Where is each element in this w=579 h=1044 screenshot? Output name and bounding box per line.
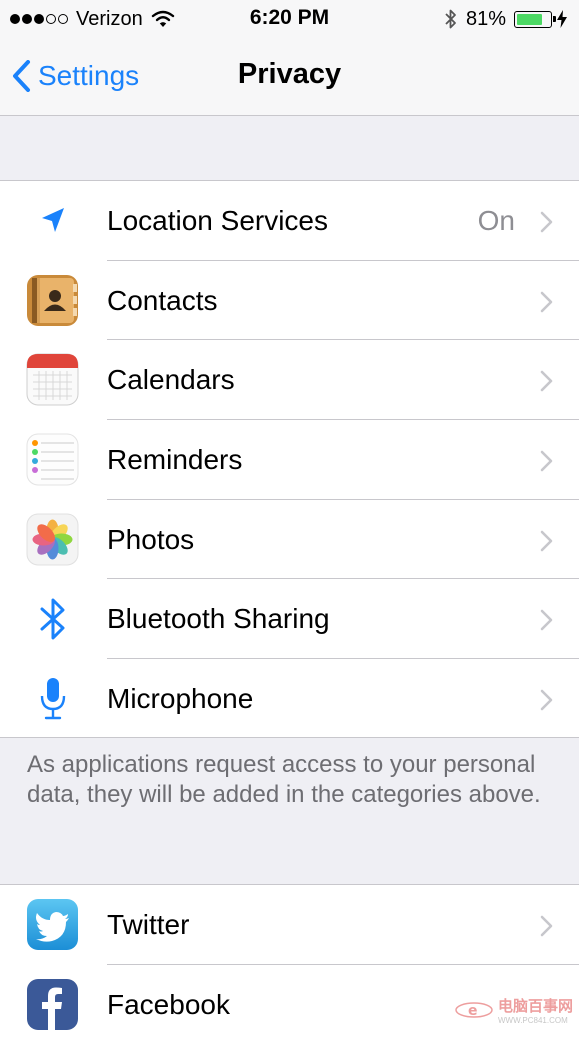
list-item-label: Twitter xyxy=(107,908,190,940)
chevron-right-icon xyxy=(540,530,553,552)
list-item-twitter[interactable]: Twitter xyxy=(0,885,579,965)
reminders-icon xyxy=(26,433,79,486)
section-footer-note: As applications request access to your p… xyxy=(27,751,541,808)
battery-percent: 81% xyxy=(465,7,506,30)
list-item-value: On xyxy=(477,204,515,236)
twitter-icon xyxy=(26,898,79,951)
privacy-list: Location Services On Contacts Calendars … xyxy=(0,180,579,738)
list-item-calendars[interactable]: Calendars xyxy=(0,340,579,421)
list-item-bluetooth-sharing[interactable]: Bluetooth Sharing xyxy=(0,579,579,660)
battery-fill xyxy=(517,13,542,25)
battery-icon xyxy=(514,10,556,28)
list-item-reminders[interactable]: Reminders xyxy=(0,420,579,500)
chevron-right-icon xyxy=(540,610,553,631)
list-item-label: Location Services xyxy=(107,204,329,236)
chevron-right-icon xyxy=(540,211,553,233)
chevron-right-icon xyxy=(540,689,553,711)
list-item-label: Calendars xyxy=(107,364,235,396)
status-bar-right: 81% xyxy=(444,6,567,32)
microphone-icon xyxy=(26,672,79,725)
watermark: e 电脑百事网 WWW.PC841.COM xyxy=(454,995,573,1025)
list-item-photos[interactable]: Photos xyxy=(0,500,579,580)
list-item-label: Contacts xyxy=(107,284,218,316)
list-item-microphone[interactable]: Microphone xyxy=(0,659,579,739)
facebook-icon xyxy=(26,978,79,1031)
calendar-icon xyxy=(26,353,79,406)
battery-nub xyxy=(553,15,556,22)
bluetooth-icon xyxy=(26,592,79,645)
list-item-location-services[interactable]: Location Services On xyxy=(0,181,579,261)
chevron-right-icon xyxy=(540,371,553,392)
contacts-icon xyxy=(26,274,79,327)
navigation-bar: Settings Privacy xyxy=(0,38,579,116)
watermark-logo-icon: e xyxy=(455,1002,493,1019)
list-item-label: Microphone xyxy=(107,682,254,714)
watermark-text: 电脑百事网 xyxy=(497,998,573,1015)
page-title: Privacy xyxy=(237,58,342,90)
chevron-right-icon xyxy=(540,291,553,312)
list-item-label: Reminders xyxy=(107,443,243,475)
list-item-label: Photos xyxy=(107,523,195,555)
chevron-right-icon xyxy=(540,450,553,472)
watermark-subtext: WWW.PC841.COM xyxy=(497,1016,568,1025)
list-item-contacts[interactable]: Contacts xyxy=(0,261,579,341)
list-item-label: Facebook xyxy=(107,988,230,1020)
bluetooth-status-icon xyxy=(445,9,456,29)
location-arrow-icon xyxy=(26,194,79,247)
charging-bolt-icon xyxy=(557,10,567,28)
list-item-label: Bluetooth Sharing xyxy=(107,603,330,635)
chevron-right-icon xyxy=(540,915,553,937)
photos-icon xyxy=(26,513,79,566)
svg-text:e: e xyxy=(468,1003,478,1019)
status-bar: Verizon 6:20 PM 81% xyxy=(0,0,579,38)
